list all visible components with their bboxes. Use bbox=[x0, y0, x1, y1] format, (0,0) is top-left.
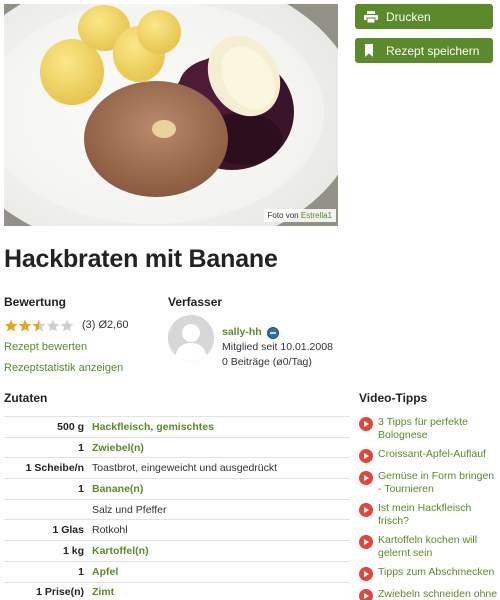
author-heading: Verfasser bbox=[168, 295, 223, 309]
recipe-title: Hackbraten mit Banane bbox=[4, 245, 278, 273]
ingredients-heading: Zutaten bbox=[4, 391, 48, 405]
photo-credit-prefix: Foto von bbox=[267, 211, 299, 220]
video-tips-section: Video-Tipps 3 Tipps für perfekte Bologne… bbox=[359, 391, 499, 600]
ingredients-section: Zutaten 500 g Hackfleisch, gemischtes 1 Zwi… bbox=[4, 391, 350, 600]
star-icon[interactable] bbox=[4, 319, 18, 332]
premium-badge-icon bbox=[266, 326, 279, 339]
printer-icon bbox=[364, 10, 380, 24]
ingredient-name-link[interactable]: Hackfleisch, gemischtes bbox=[92, 421, 350, 433]
video-tip-item[interactable]: Tipps zum Abschmecken bbox=[359, 566, 499, 581]
star-icon[interactable] bbox=[46, 319, 60, 332]
avatar[interactable] bbox=[168, 315, 214, 361]
video-tip-link[interactable]: Tipps zum Abschmecken bbox=[378, 566, 494, 579]
rating-count: (3) Ø2,60 bbox=[82, 319, 129, 331]
recipe-photo-image bbox=[4, 4, 338, 226]
print-button[interactable]: Drucken bbox=[355, 4, 493, 29]
ingredient-name: Toastbrot, eingeweicht und ausgedrückt bbox=[92, 462, 278, 475]
video-tips-heading: Video-Tipps bbox=[359, 391, 428, 405]
video-tip-item[interactable]: Croissant-Apfel-Auflauf bbox=[359, 448, 499, 463]
recipe-photo[interactable]: Foto von Estrella1 bbox=[4, 4, 338, 226]
author-name-link[interactable]: sally-hh bbox=[222, 325, 262, 340]
bookmark-icon bbox=[364, 44, 380, 58]
video-tip-link[interactable]: Kartoffeln kochen will gelernt sein bbox=[378, 534, 499, 559]
rating-row: (3) Ø2,60 bbox=[4, 318, 164, 332]
author-posts: 0 Beiträge (ø0/Tag) bbox=[222, 356, 312, 368]
ingredient-row: 500 g Hackfleisch, gemischtes bbox=[4, 417, 350, 438]
ingredient-quantity: 1 Scheibe/n bbox=[25, 462, 84, 475]
ingredient-name: Rotkohl bbox=[92, 524, 128, 537]
ingredient-quantity: 1 bbox=[78, 482, 84, 495]
ingredient-row: 1 kg Kartoffel(n) bbox=[4, 541, 350, 562]
rating-section: Bewertung (3) Ø2,60 Rezept bewerten Reze… bbox=[4, 295, 164, 374]
photo-credit-author-link[interactable]: Estrella1 bbox=[301, 211, 332, 220]
play-icon bbox=[359, 567, 373, 581]
video-tip-link[interactable]: 3 Tipps für perfekte Bolognese bbox=[378, 416, 499, 441]
video-tip-item[interactable]: Ist mein Hackfleisch frisch? bbox=[359, 502, 499, 527]
recipe-stats-link[interactable]: Rezeptstatistik anzeigen bbox=[4, 362, 164, 374]
play-icon bbox=[359, 417, 373, 431]
video-tip-item[interactable]: Kartoffeln kochen will gelernt sein bbox=[359, 534, 499, 559]
ingredient-name-link[interactable]: Banane(n) bbox=[92, 483, 350, 495]
video-tip-link[interactable]: Ist mein Hackfleisch frisch? bbox=[378, 502, 499, 527]
ingredient-name-link[interactable]: Zwiebel(n) bbox=[92, 442, 350, 454]
star-rating[interactable] bbox=[4, 319, 74, 332]
video-tip-link[interactable]: Croissant-Apfel-Auflauf bbox=[378, 448, 486, 461]
ingredient-quantity: 1 kg bbox=[62, 544, 84, 557]
ingredient-name: Salz und Pfeffer bbox=[92, 503, 167, 516]
ingredients-table: 500 g Hackfleisch, gemischtes 1 Zwiebel(n) 1… bbox=[4, 416, 350, 600]
star-icon[interactable] bbox=[18, 319, 32, 332]
member-since: Mitglied seit 10.01.2008 bbox=[222, 341, 333, 353]
ingredient-row: 1 Apfel bbox=[4, 562, 350, 583]
ingredient-row: Salz und Pfeffer bbox=[4, 500, 350, 521]
author-section: Verfasser sally-hh Mitglied seit 10.01.2… bbox=[168, 295, 358, 370]
play-icon bbox=[359, 535, 373, 549]
play-icon bbox=[359, 449, 373, 463]
rating-heading: Bewertung bbox=[4, 295, 67, 309]
video-tip-item[interactable]: Gemüse in Form bringen - Tournieren bbox=[359, 470, 499, 495]
video-tip-link[interactable]: Gemüse in Form bringen - Tournieren bbox=[378, 470, 499, 495]
star-icon[interactable] bbox=[32, 319, 46, 332]
play-icon bbox=[359, 589, 373, 600]
ingredient-name-link[interactable]: Kartoffel(n) bbox=[92, 545, 350, 557]
save-recipe-button-label: Rezept speichern bbox=[386, 43, 480, 58]
star-icon[interactable] bbox=[60, 319, 74, 332]
ingredient-row: 1 Glas Rotkohl bbox=[4, 520, 350, 542]
ingredient-quantity: 1 bbox=[78, 565, 84, 578]
user-placeholder-icon bbox=[168, 315, 214, 361]
video-tip-item[interactable]: 3 Tipps für perfekte Bolognese bbox=[359, 416, 499, 441]
print-button-label: Drucken bbox=[386, 9, 431, 24]
video-tip-item[interactable]: Zwiebeln schneiden ohne Weinen bbox=[359, 588, 499, 600]
ingredient-quantity: 500 g bbox=[57, 420, 84, 433]
ingredient-row: 1 Zwiebel(n) bbox=[4, 438, 350, 459]
ingredient-quantity: 1 Prise(n) bbox=[36, 586, 84, 599]
play-icon bbox=[359, 471, 373, 485]
ingredient-row: 1 Prise(n) Zimt bbox=[4, 583, 350, 600]
save-recipe-button[interactable]: Rezept speichern bbox=[355, 38, 493, 63]
video-tips-list: 3 Tipps für perfekte Bolognese Croissant-… bbox=[359, 416, 499, 600]
ingredient-name-link[interactable]: Apfel bbox=[92, 566, 350, 578]
rate-recipe-link[interactable]: Rezept bewerten bbox=[4, 341, 164, 353]
ingredient-quantity: 1 Glas bbox=[52, 524, 84, 537]
photo-credit: Foto von Estrella1 bbox=[263, 209, 336, 222]
ingredient-name-link[interactable]: Zimt bbox=[92, 586, 350, 598]
ingredient-row: 1 Scheibe/n Toastbrot, eingeweicht und au… bbox=[4, 458, 350, 480]
play-icon bbox=[359, 503, 373, 517]
ingredient-quantity: 1 bbox=[78, 441, 84, 454]
ingredient-row: 1 Banane(n) bbox=[4, 479, 350, 500]
video-tip-link[interactable]: Zwiebeln schneiden ohne Weinen bbox=[378, 588, 499, 600]
